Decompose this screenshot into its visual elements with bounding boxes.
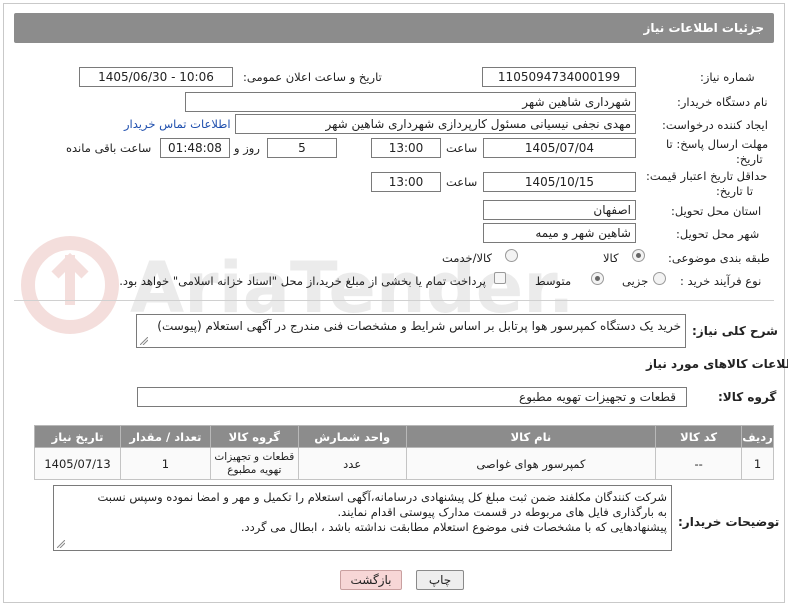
cell-unit: عدد <box>297 447 407 480</box>
deadline-date-field: 1405/07/04 <box>483 138 636 158</box>
table-row: 1 -- کمپرسور هوای غواصی عدد قطعات و تجهی… <box>33 447 774 480</box>
category-goods-label: کالا <box>603 251 619 265</box>
cell-row-no: 1 <box>741 447 774 480</box>
cell-quantity: 1 <box>120 447 211 480</box>
buyer-notes-line-3: پیشنهادهایی که با مشخصات فنی موضوع استعل… <box>240 520 667 534</box>
category-label: طبقه بندی موضوعی: <box>668 251 770 265</box>
section-divider <box>14 300 774 301</box>
announce-date-field: 1405/06/30 - 10:06 <box>79 67 233 87</box>
buyer-contact-link[interactable]: اطلاعات تماس خریدار <box>124 117 231 131</box>
process-partial-label: جزیی <box>622 274 649 288</box>
remaining-time-field: 01:48:08 <box>160 138 230 158</box>
treasury-payment-checkbox[interactable] <box>494 272 506 284</box>
resize-grip-icon[interactable] <box>57 540 65 548</box>
deadline-time-field: 13:00 <box>371 138 441 158</box>
description-label: شرح کلی نیاز: <box>692 324 778 338</box>
remaining-time-label: ساعت باقی مانده <box>66 141 152 155</box>
goods-group-label: گروه کالا: <box>718 390 777 404</box>
days-and-label: روز و <box>234 141 260 155</box>
city-label: شهر محل تحویل: <box>676 227 760 241</box>
cell-goods-code: -- <box>655 447 743 480</box>
col-header-unit: واحد شمارش <box>297 425 407 448</box>
description-textarea[interactable]: خرید یک دستگاه کمپرسور هوا پرتابل بر اسا… <box>136 314 686 348</box>
province-field: اصفهان <box>483 200 636 220</box>
announce-date-label: تاریخ و ساعت اعلان عمومی: <box>243 70 382 84</box>
back-button[interactable]: بازگشت <box>340 570 402 590</box>
col-header-row-no: ردیف <box>741 425 774 448</box>
city-field: شاهین شهر و میمه <box>483 223 636 243</box>
buyer-org-field: شهرداری شاهین شهر <box>185 92 636 112</box>
deadline-label-date: تاریخ: <box>736 152 763 166</box>
treasury-payment-note: پرداخت تمام یا بخشی از مبلغ خرید،از محل … <box>119 274 486 288</box>
category-goods-services-label: کالا/خدمت <box>442 251 493 265</box>
cell-goods-group: قطعات و تجهیزات تهویه مطبوع <box>209 447 299 480</box>
validity-label-date: تا تاریخ: <box>716 184 754 198</box>
process-medium-radio[interactable] <box>591 272 604 285</box>
buyer-notes-label: توضیحات خریدار: <box>678 515 780 529</box>
cell-goods-name: کمپرسور هوای غواصی <box>405 447 657 480</box>
goods-group-field: قطعات و تجهیزات تهویه مطبوع <box>137 387 687 407</box>
buyer-notes-line-1: شرکت کنندگان مکلفند ضمن ثبت مبلغ کل پیشن… <box>97 490 667 504</box>
validity-time-field: 13:00 <box>371 172 441 192</box>
deadline-time-label: ساعت <box>446 141 478 155</box>
resize-grip-icon[interactable] <box>140 337 148 345</box>
creator-label: ایجاد کننده درخواست: <box>662 118 768 132</box>
deadline-label: مهلت ارسال پاسخ: تا <box>666 137 769 151</box>
validity-label: حداقل تاریخ اعتبار قیمت: <box>646 169 768 183</box>
validity-time-label: ساعت <box>446 175 478 189</box>
category-goods-services-radio[interactable] <box>505 249 518 262</box>
process-medium-label: متوسط <box>535 274 572 288</box>
days-remaining-field: 5 <box>267 138 337 158</box>
goods-table: ردیف کد کالا نام کالا واحد شمارش گروه کا… <box>33 425 774 480</box>
col-header-quantity: تعداد / مقدار <box>120 425 211 448</box>
creator-field: مهدی نجفی نیسیانی مسئول کارپردازی شهردار… <box>235 114 636 134</box>
col-header-goods-code: کد کالا <box>655 425 743 448</box>
process-label: نوع فرآیند خرید : <box>680 274 762 288</box>
table-header-row: ردیف کد کالا نام کالا واحد شمارش گروه کا… <box>33 425 774 448</box>
col-header-need-date: تاریخ نیاز <box>33 425 122 448</box>
goods-info-title: اطلاعات کالاهای مورد نیاز <box>646 357 788 371</box>
category-goods-radio[interactable] <box>632 249 645 262</box>
buyer-notes-line-2: به بارگذاری فایل های مربوطه در قسمت مدار… <box>337 505 667 519</box>
print-button[interactable]: چاپ <box>416 570 464 590</box>
col-header-goods-name: نام کالا <box>405 425 657 448</box>
col-header-goods-group: گروه کالا <box>209 425 299 448</box>
province-label: استان محل تحویل: <box>671 204 762 218</box>
buyer-notes-textarea[interactable]: شرکت کنندگان مکلفند ضمن ثبت مبلغ کل پیشن… <box>53 485 672 551</box>
validity-date-field: 1405/10/15 <box>483 172 636 192</box>
process-partial-radio[interactable] <box>653 272 666 285</box>
need-number-field: 1105094734000199 <box>482 67 636 87</box>
need-number-label: شماره نیاز: <box>700 70 755 84</box>
buyer-org-label: نام دستگاه خریدار: <box>677 95 768 109</box>
description-text: خرید یک دستگاه کمپرسور هوا پرتابل بر اسا… <box>157 319 681 333</box>
page-title: جزئیات اطلاعات نیاز <box>14 13 774 43</box>
cell-need-date: 1405/07/13 <box>33 447 122 480</box>
